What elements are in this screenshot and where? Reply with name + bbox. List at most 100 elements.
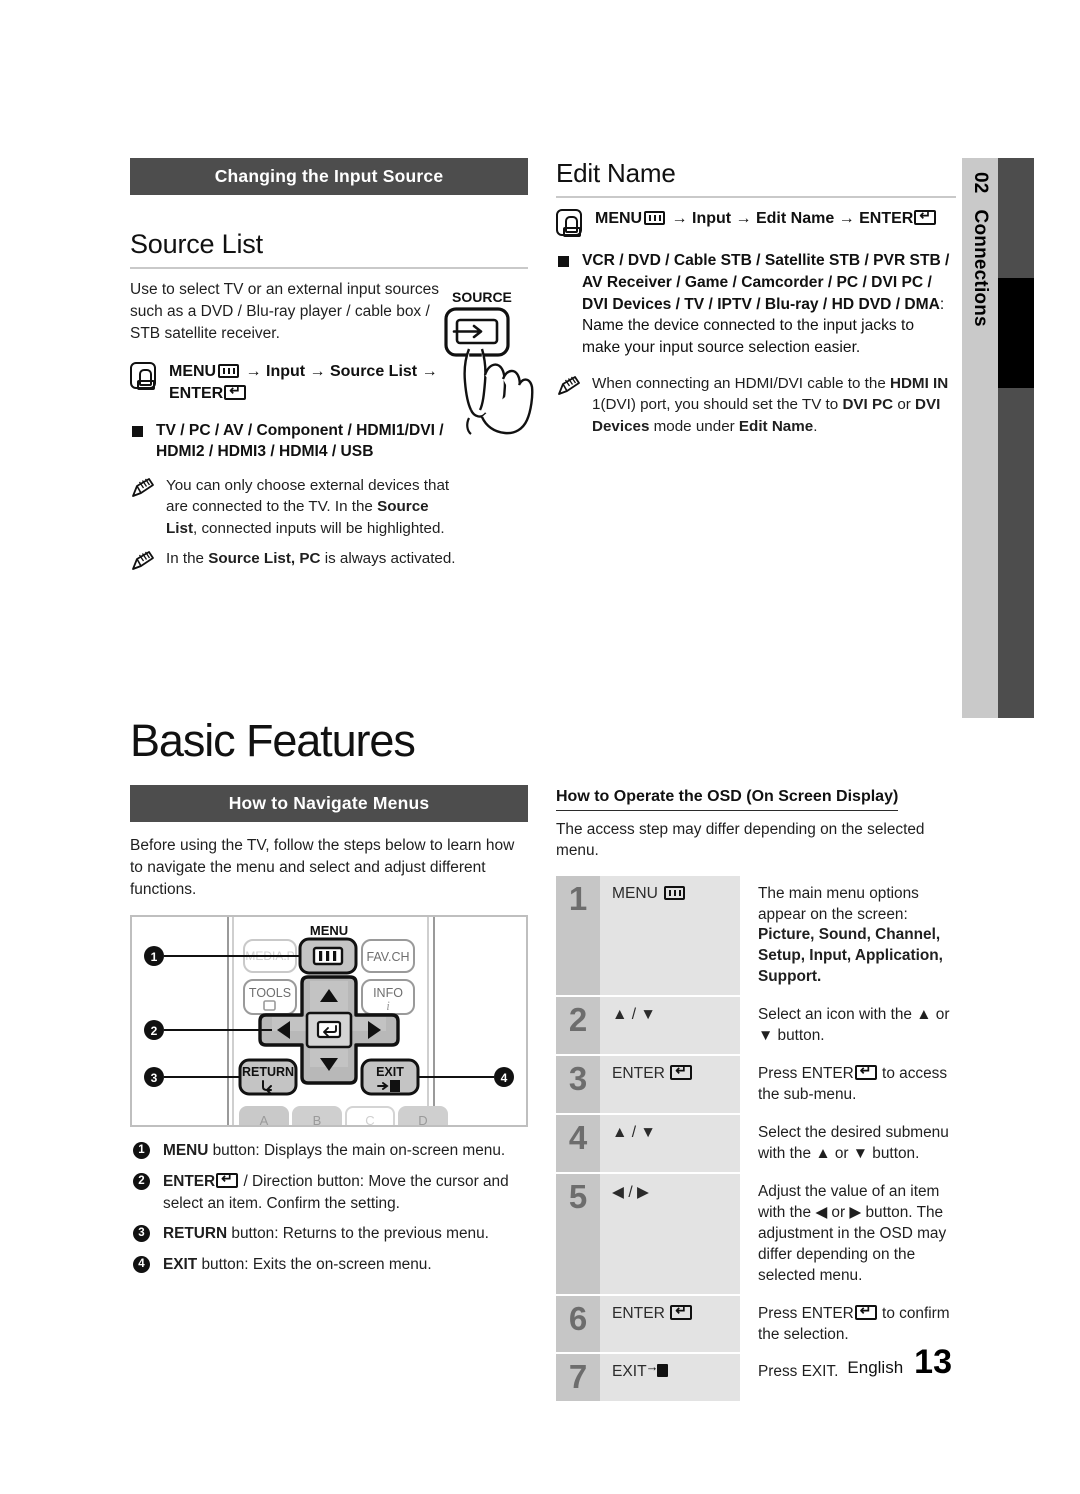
table-row: 5 ◀ / ▶ Adjust the value of an item with… [556, 1173, 956, 1294]
osd-step-key: ▲ / ▼ [600, 997, 740, 1055]
page-footer: English 13 [847, 1343, 952, 1382]
osd-step-key: EXIT [600, 1354, 740, 1402]
source-button-illustration: SOURCE [428, 287, 536, 437]
svg-text:2: 2 [151, 1024, 158, 1038]
enter-icon [670, 1063, 693, 1081]
osd-desc-line1: Press ENTER [758, 1065, 854, 1083]
osd-steps-table: 1 MENU The main menu options appear on t… [556, 874, 956, 1404]
press-hand-icon [130, 362, 156, 391]
osd-key-label: EXIT [612, 1363, 647, 1381]
enter-icon [854, 1063, 877, 1081]
osd-key-label: ENTER [612, 1304, 665, 1322]
remote-control-figure: MENU MEDIA.P FAV.CH TOOLS INFO i RETURN … [130, 915, 528, 1128]
pencil-note-icon [130, 475, 160, 539]
osd-step-description: The main menu options appear on the scre… [740, 876, 956, 996]
legend-number-2: 2 [133, 1172, 150, 1190]
remote-menu-label: MENU [310, 923, 348, 938]
note-text: When connecting an HDMI/DVI cable to the… [592, 373, 956, 437]
legend-text-4: EXIT button: Exits the on-screen menu. [163, 1254, 515, 1276]
note-part-b2: DVI PC [842, 396, 894, 414]
legend-number-4: 4 [133, 1255, 150, 1273]
edit-name-bullet: VCR / DVD / Cable STB / Satellite STB / … [556, 250, 956, 359]
note-part-p4: mode under [649, 417, 739, 435]
legend-number-1: 1 [133, 1142, 150, 1160]
osd-step-key: ENTER [600, 1056, 740, 1114]
path-middle-text: → Input → Edit Name → [667, 210, 860, 227]
menu-icon [664, 885, 686, 900]
osd-step-number: 1 [556, 875, 600, 996]
remote-color-button-a: A [260, 1113, 269, 1127]
source-list-intro: Use to select TV or an external input so… [130, 281, 440, 343]
osd-step-number: 3 [556, 1056, 600, 1114]
legend-button-name: MENU [163, 1142, 209, 1160]
enter-icon [670, 1303, 693, 1320]
note-part-p1: When connecting an HDMI/DVI cable to the [592, 375, 890, 393]
note-part-b: Source List, PC [208, 550, 321, 568]
legend-button-name: RETURN [163, 1225, 228, 1243]
note-text: You can only choose external devices tha… [166, 475, 462, 539]
manual-page: 02 Connections Changing the Input Source … [0, 0, 1080, 1494]
note-part-b1: HDMI IN [890, 375, 949, 393]
legend-text-1: MENU button: Displays the main on-screen… [163, 1140, 515, 1162]
side-tab-dark-band [998, 158, 1034, 718]
legend-button-name: EXIT [163, 1255, 198, 1273]
path-enter-label: ENTER [859, 210, 914, 227]
source-button-text: SOURCE [452, 289, 512, 305]
legend-text-3: RETURN button: Returns to the previous m… [163, 1223, 515, 1245]
osd-heading: How to Operate the OSD (On Screen Displa… [556, 788, 899, 811]
list-item: 4 EXIT button: Exits the on-screen menu. [130, 1254, 528, 1276]
menu-icon [218, 364, 240, 379]
list-item: 1 MENU button: Displays the main on-scre… [130, 1140, 528, 1162]
footer-page-number: 13 [914, 1343, 952, 1381]
table-row: 3 ENTER Press ENTER to access the sub-me… [556, 1056, 956, 1114]
osd-step-number: 6 [556, 1295, 600, 1353]
exit-icon [646, 1359, 671, 1378]
note-part-p3: or [893, 396, 916, 414]
note-part-c: is always activated. [320, 550, 456, 568]
edit-name-menu-path: MENU → Input → Edit Name → ENTER [556, 208, 956, 237]
note-part-a: In the [166, 550, 209, 568]
square-bullet-icon [558, 256, 569, 267]
note-text: In the Source List, PC is always activat… [166, 548, 486, 577]
legend-description: button: Returns to the previous menu. [227, 1225, 489, 1243]
svg-text:4: 4 [501, 1071, 508, 1085]
note-part-p5: . [813, 417, 818, 435]
menu-icon [644, 211, 666, 225]
osd-subtitle: The access step may differ depending on … [556, 821, 925, 859]
table-row: 1 MENU The main menu options appear on t… [556, 875, 956, 996]
remote-color-button-b: B [313, 1113, 322, 1127]
side-tab-label: Connections [970, 209, 991, 327]
heading-rule [130, 267, 528, 270]
section-bar-how-to-navigate-menus: How to Navigate Menus [130, 785, 528, 823]
heading-source-list: Source List [130, 229, 263, 260]
source-list-bullet-text: TV / PC / AV / Component / HDMI1/DVI / H… [156, 421, 444, 461]
note-item: When connecting an HDMI/DVI cable to the… [556, 373, 956, 437]
edit-name-path-text: MENU → Input → Edit Name → ENTER [595, 208, 937, 230]
legend-description: button: Displays the main on-screen menu… [208, 1142, 506, 1160]
osd-step-key: ENTER [600, 1295, 740, 1353]
heading-edit-name: Edit Name [556, 158, 676, 188]
note-item: In the Source List, PC is always activat… [130, 548, 528, 577]
note-part-b4: Edit Name [738, 417, 814, 435]
remote-color-button-c: C [365, 1113, 374, 1127]
legend-number-3: 3 [133, 1225, 150, 1243]
osd-step-number: 5 [556, 1173, 600, 1294]
enter-icon [224, 383, 247, 401]
svg-text:3: 3 [151, 1071, 158, 1085]
pencil-note-icon [130, 548, 160, 577]
press-hand-icon [556, 209, 582, 237]
osd-step-number: 4 [556, 1115, 600, 1172]
osd-key-label: MENU [612, 884, 658, 902]
left-column-top: Changing the Input Source Source List Us… [130, 158, 534, 577]
osd-step-description: Select the desired submenu with the ▲ or… [758, 1124, 949, 1162]
remote-color-button-d: D [418, 1113, 427, 1127]
osd-desc-line1: Press ENTER [758, 1304, 854, 1322]
enter-icon [216, 1171, 239, 1188]
osd-step-description: Press ENTER to access the sub-menu. [740, 1056, 956, 1113]
enter-icon [854, 1303, 877, 1320]
square-bullet-icon [132, 425, 143, 437]
note-part-c: , connected inputs will be highlighted. [193, 519, 445, 537]
remote-tools-label: TOOLS [249, 986, 291, 1000]
table-row: 4 ▲ / ▼ Select the desired submenu with … [556, 1115, 956, 1172]
osd-step-description: Adjust the value of an item with the ◀ o… [758, 1182, 947, 1284]
